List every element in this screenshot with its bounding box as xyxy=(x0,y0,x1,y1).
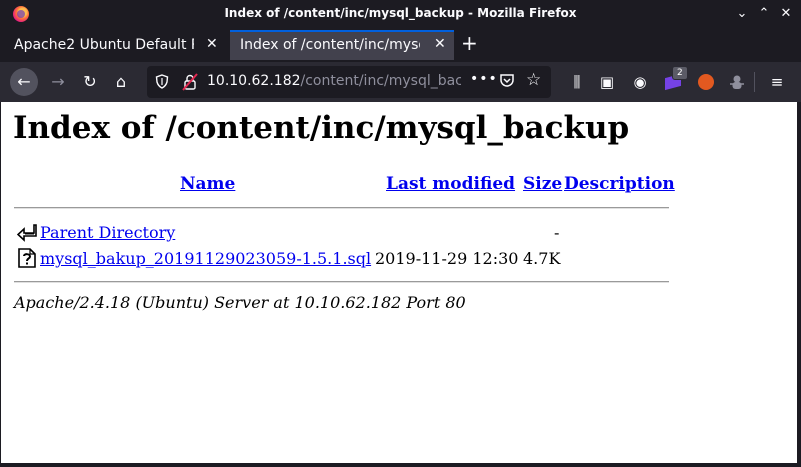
column-header-description[interactable]: Description xyxy=(564,174,675,194)
foxyproxy-icon[interactable] xyxy=(695,71,717,93)
shield-icon[interactable] xyxy=(155,74,169,89)
maximize-button[interactable]: ⌃ xyxy=(755,5,773,23)
hamburger-menu-icon[interactable]: ≡ xyxy=(766,71,788,93)
file-size: 4.7K xyxy=(523,249,561,268)
sql-file-link[interactable]: mysql_bakup_20191129023059-1.5.1.sql xyxy=(40,249,371,268)
home-button[interactable]: ⌂ xyxy=(107,68,135,96)
window-title: Index of /content/inc/mysql_backup - Moz… xyxy=(224,6,577,20)
server-signature: Apache/2.4.18 (Ubuntu) Server at 10.10.6… xyxy=(14,293,466,312)
page-actions-icon[interactable]: ••• xyxy=(470,71,498,87)
window-frame-right xyxy=(797,102,801,467)
tab-strip: Apache2 Ubuntu Default Pag ✕ Index of /c… xyxy=(0,28,801,62)
divider xyxy=(14,281,669,283)
back-button[interactable]: ← xyxy=(10,68,38,96)
url-bar[interactable]: 10.10.62.182/content/inc/mysql_backup/ •… xyxy=(147,66,551,98)
tab-close-icon[interactable]: ✕ xyxy=(206,36,218,52)
parent-size: - xyxy=(554,223,560,242)
sidebar-icon[interactable]: ▣ xyxy=(596,71,618,93)
window-titlebar: Index of /content/inc/mysql_backup - Moz… xyxy=(0,0,801,28)
page-content: Index of /content/inc/mysql_backup Name … xyxy=(1,102,797,463)
page-heading: Index of /content/inc/mysql_backup xyxy=(13,110,630,146)
tab-label: Index of /content/inc/mysql_ xyxy=(240,37,420,53)
window-frame-bottom xyxy=(0,463,801,467)
tab-close-icon[interactable]: ✕ xyxy=(434,36,446,52)
url-path: /content/inc/mysql_backup/ xyxy=(300,73,461,89)
extension-badge: 2 xyxy=(672,66,688,80)
divider xyxy=(14,207,669,209)
url-host: 10.10.62.182 xyxy=(207,73,301,89)
file-last-modified: 2019-11-29 12:30 xyxy=(375,249,519,268)
tab-label: Apache2 Ubuntu Default Pag xyxy=(14,37,194,53)
library-icon[interactable]: ⫼ xyxy=(566,71,588,93)
parent-directory-link[interactable]: Parent Directory xyxy=(40,223,175,242)
back-folder-icon xyxy=(17,224,37,242)
minimize-button[interactable]: ⌄ xyxy=(733,5,751,23)
reload-button[interactable]: ↻ xyxy=(76,68,104,96)
foxyproxy-shape xyxy=(698,74,714,90)
toolbar-separator xyxy=(754,72,755,92)
new-tab-button[interactable]: + xyxy=(461,31,478,55)
pocket-icon[interactable] xyxy=(499,72,515,88)
tab-index-mysql-backup[interactable]: Index of /content/inc/mysql_ ✕ xyxy=(230,30,454,60)
bookmark-star-icon[interactable]: ☆ xyxy=(526,70,541,90)
url-text[interactable]: 10.10.62.182/content/inc/mysql_backup/ xyxy=(207,73,461,89)
close-window-button[interactable]: ✕ xyxy=(777,5,795,23)
column-header-name[interactable]: Name xyxy=(180,174,235,194)
tab-apache-default[interactable]: Apache2 Ubuntu Default Pag ✕ xyxy=(6,30,228,60)
extension-bug-icon[interactable] xyxy=(726,71,748,93)
insecure-lock-icon[interactable] xyxy=(182,73,198,91)
account-icon[interactable]: ◉ xyxy=(629,71,651,93)
forward-button[interactable]: → xyxy=(44,68,72,96)
column-header-last-modified[interactable]: Last modified xyxy=(386,174,515,194)
column-header-size[interactable]: Size xyxy=(523,174,562,194)
unknown-file-icon xyxy=(18,248,36,268)
